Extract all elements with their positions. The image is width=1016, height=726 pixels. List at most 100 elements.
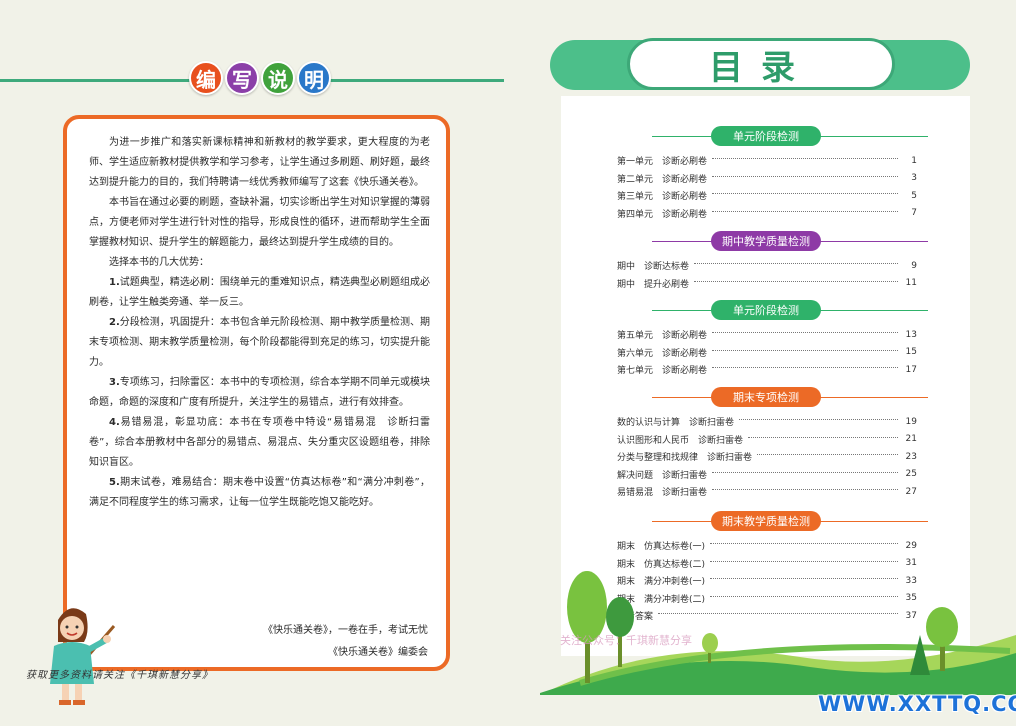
toc-entry[interactable]: 第二单元 诊断必刷卷 3 xyxy=(617,170,917,187)
toc-entry-title: 数的认识与计算 诊断扫雷卷 xyxy=(617,418,735,428)
heading-char-badge: 编 xyxy=(189,61,223,95)
left-header-line-right xyxy=(324,79,504,82)
paragraph-text: 本书旨在通过必要的刷题，查缺补漏，切实诊断出学生对知识掌握的薄弱点，方便老师对学… xyxy=(89,197,430,248)
toc-page-number: 11 xyxy=(905,278,917,288)
toc-entry[interactable]: 期末 仿真达标卷(一) 29 xyxy=(617,537,917,554)
toc-leader-dots xyxy=(712,158,898,159)
site-watermark: WWW.XXTTQ.COM xyxy=(818,692,1016,716)
toc-entry-title: 第二单元 诊断必刷卷 xyxy=(617,174,708,185)
section-pill: 期末专项检测 xyxy=(711,387,821,407)
toc-leader-dots xyxy=(710,560,898,562)
watermark: 关注公众号：千琪新慧分享 xyxy=(560,634,692,647)
toc-entry-title: 第四单元 诊断必刷卷 xyxy=(617,209,708,220)
preface-paragraph: 3.专项练习，扫除雷区：本书中的专项检测，综合本学期不同单元或模块命题，命题的深… xyxy=(89,373,430,413)
paragraph-text: 期末试卷，难易结合：期末卷中设置“仿真达标卷”和“满分冲刺卷”，满足不同程度学生… xyxy=(89,477,430,508)
toc-section-header: 期中教学质量检测 xyxy=(652,231,928,251)
toc-entry-title: 解决问题 诊断扫雷卷 xyxy=(617,470,708,481)
paragraph-text: 易错易混，彰显功底：本书在专项卷中特设“易错易混 诊断扫雷卷”，综合本册教材中各… xyxy=(89,417,430,468)
toc-entry-title: 第六单元 诊断必刷卷 xyxy=(617,348,708,359)
heading-char-badge: 说 xyxy=(261,61,295,95)
preface-heading: 编写说明 xyxy=(189,61,331,95)
toc-leader-dots xyxy=(757,454,898,455)
toc-entry[interactable]: 第五单元 诊断必刷卷 13 xyxy=(617,326,917,343)
preface-paragraph: 5.期末试卷，难易结合：期末卷中设置“仿真达标卷”和“满分冲刺卷”，满足不同程度… xyxy=(89,473,430,513)
paragraph-number: 5. xyxy=(109,477,120,488)
toc-leader-dots xyxy=(712,175,898,177)
toc-entry[interactable]: 第四单元 诊断必刷卷 7 xyxy=(617,205,917,222)
paragraph-text: 选择本书的几大优势： xyxy=(109,257,209,268)
toc-leader-dots xyxy=(694,280,898,282)
preface-paragraph: 4.易错易混，彰显功底：本书在专项卷中特设“易错易混 诊断扫雷卷”，综合本册教材… xyxy=(89,413,430,473)
toc-entry[interactable]: 解决问题 诊断扫雷卷 25 xyxy=(617,466,917,483)
toc-leader-dots xyxy=(712,332,898,333)
toc-entry[interactable]: 易错易混 诊断扫雷卷 27 xyxy=(617,483,917,500)
toc-page-number: 3 xyxy=(911,173,917,183)
preface-frame: 为进一步推广和落实新课标精神和新教材的教学要求，更大程度的为老师、学生适应新教材… xyxy=(63,115,450,671)
toc-page-number: 23 xyxy=(905,451,917,462)
heading-char-badge: 明 xyxy=(297,61,331,95)
section-pill: 期中教学质量检测 xyxy=(711,231,821,251)
toc-entry-title: 第七单元 诊断必刷卷 xyxy=(617,366,708,376)
section-pill: 单元阶段检测 xyxy=(711,126,821,146)
paragraph-text: 分段检测，巩固提升：本书包含单元阶段检测、期中教学质量检测、期末专项检测、期末教… xyxy=(89,317,430,368)
toc-entry[interactable]: 数的认识与计算 诊断扫雷卷 19 xyxy=(617,413,917,430)
toc-entry-title: 期末 仿真达标卷(一) xyxy=(617,542,706,552)
section-pill: 单元阶段检测 xyxy=(711,300,821,320)
toc-entry[interactable]: 期中 提升必刷卷 11 xyxy=(617,275,917,292)
preface-signoff-editors: 《快乐通关卷》编委会 xyxy=(328,647,428,658)
paragraph-text: 为进一步推广和落实新课标精神和新教材的教学要求，更大程度的为老师、学生适应新教材… xyxy=(89,137,430,188)
paragraph-number: 2. xyxy=(109,317,120,328)
toc-page-number: 1 xyxy=(911,155,917,166)
toc-title: 目录 xyxy=(627,38,895,90)
toc-page-number: 9 xyxy=(911,260,917,271)
toc-page-number: 5 xyxy=(911,190,917,201)
toc-entry-title: 认识图形和人民币 诊断扫雷卷 xyxy=(617,435,744,446)
toc-entry[interactable]: 第三单元 诊断必刷卷 5 xyxy=(617,187,917,204)
toc-entry-title: 分类与整理和找规律 诊断扫雷卷 xyxy=(617,453,753,463)
toc-entry[interactable]: 分类与整理和找规律 诊断扫雷卷 23 xyxy=(617,448,917,465)
preface-paragraph: 本书旨在通过必要的刷题，查缺补漏，切实诊断出学生对知识掌握的薄弱点，方便老师对学… xyxy=(89,193,430,253)
toc-entry-title: 第五单元 诊断必刷卷 xyxy=(617,331,708,341)
landscape-illustration xyxy=(540,571,1016,695)
paragraph-text: 专项练习，扫除雷区：本书中的专项检测，综合本学期不同单元或模块命题，命题的深度和… xyxy=(89,377,430,408)
toc-page-number: 7 xyxy=(911,208,917,218)
left-header-line-left xyxy=(0,79,190,82)
toc-entry-title: 易错易混 诊断扫雷卷 xyxy=(617,488,708,498)
toc-page-number: 15 xyxy=(905,347,917,357)
toc-leader-dots xyxy=(712,210,898,212)
paragraph-text: 试题典型，精选必刷：围绕单元的重难知识点，精选典型必刷题组成必刷卷，让学生触类旁… xyxy=(89,277,430,308)
toc-section-header: 期末教学质量检测 xyxy=(652,511,928,531)
toc-section-header: 单元阶段检测 xyxy=(652,300,928,320)
toc-leader-dots xyxy=(712,489,898,490)
toc-leader-dots xyxy=(712,349,898,351)
preface-paragraph: 2.分段检测，巩固提升：本书包含单元阶段检测、期中教学质量检测、期末专项检测、期… xyxy=(89,313,430,373)
toc-section-header: 单元阶段检测 xyxy=(652,126,928,146)
paragraph-number: 3. xyxy=(109,377,120,388)
toc-entry-title: 期中 提升必刷卷 xyxy=(617,279,690,290)
preface-body: 为进一步推广和落实新课标精神和新教材的教学要求，更大程度的为老师、学生适应新教材… xyxy=(89,133,430,513)
paragraph-number: 4. xyxy=(109,417,120,428)
teacher-illustration xyxy=(50,608,116,705)
preface-signoff-line: 《快乐通关卷》，一卷在手，考试无忧 xyxy=(263,625,428,636)
paragraph-number: 1. xyxy=(109,277,120,288)
toc-section-header: 期末专项检测 xyxy=(652,387,928,407)
heading-char-badge: 写 xyxy=(225,61,259,95)
toc-entry[interactable]: 第七单元 诊断必刷卷 17 xyxy=(617,361,917,378)
toc-entry[interactable]: 认识图形和人民币 诊断扫雷卷 21 xyxy=(617,431,917,448)
toc-page-number: 25 xyxy=(905,469,917,479)
toc-entry[interactable]: 第一单元 诊断必刷卷 1 xyxy=(617,152,917,169)
toc-leader-dots xyxy=(694,263,898,264)
toc-entry[interactable]: 第六单元 诊断必刷卷 15 xyxy=(617,344,917,361)
toc-page-number: 27 xyxy=(905,486,917,497)
toc-leader-dots xyxy=(712,367,898,368)
toc-entry[interactable]: 期中 诊断达标卷 9 xyxy=(617,257,917,274)
preface-paragraph: 选择本书的几大优势： xyxy=(89,253,430,273)
toc-page-number: 21 xyxy=(905,434,917,444)
bottom-note: 获取更多资料请关注《千琪新慧分享》 xyxy=(26,670,213,681)
toc-page-number: 13 xyxy=(905,329,917,340)
toc-leader-dots xyxy=(710,543,898,544)
toc-leader-dots xyxy=(739,419,898,420)
toc-entry-title: 第三单元 诊断必刷卷 xyxy=(617,192,708,202)
preface-paragraph: 为进一步推广和落实新课标精神和新教材的教学要求，更大程度的为老师、学生适应新教材… xyxy=(89,133,430,193)
toc-leader-dots xyxy=(712,193,898,194)
